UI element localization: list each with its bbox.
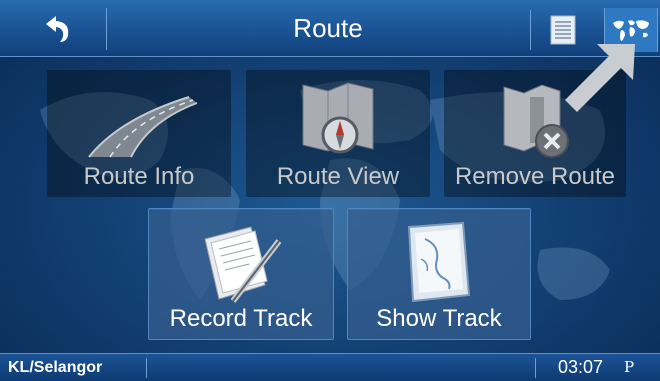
pointer-arrow-icon: [565, 44, 635, 112]
road-icon: [88, 96, 198, 158]
clock-ampm: P: [624, 358, 635, 376]
status-bar: KL/Selangor 03:07 P: [0, 353, 660, 381]
clock-time: 03:07: [558, 357, 604, 377]
route-view-label: Route View: [276, 163, 400, 190]
show-track-label: Show Track: [376, 305, 502, 332]
route-info-label: Route Info: [83, 163, 195, 190]
route-view-button[interactable]: Route View: [246, 69, 430, 197]
record-track-button[interactable]: Record Track: [148, 208, 334, 340]
track-map-icon: [407, 221, 471, 303]
page-title: Route: [293, 13, 363, 43]
notepad-pen-icon: [204, 226, 282, 303]
back-button[interactable]: [8, 8, 107, 50]
remove-route-label: Remove Route: [454, 163, 616, 190]
record-track-label: Record Track: [169, 305, 313, 332]
route-info-button[interactable]: Route Info: [47, 69, 231, 197]
route-screen: Route Route Info Route View Remove Route…: [0, 0, 660, 381]
show-track-button[interactable]: Show Track: [347, 208, 531, 340]
divider: [535, 358, 536, 378]
divider: [146, 358, 147, 378]
back-arrow-icon: [46, 16, 69, 42]
region-label: KL/Selangor: [8, 359, 103, 376]
map-compass-icon: [302, 82, 374, 154]
